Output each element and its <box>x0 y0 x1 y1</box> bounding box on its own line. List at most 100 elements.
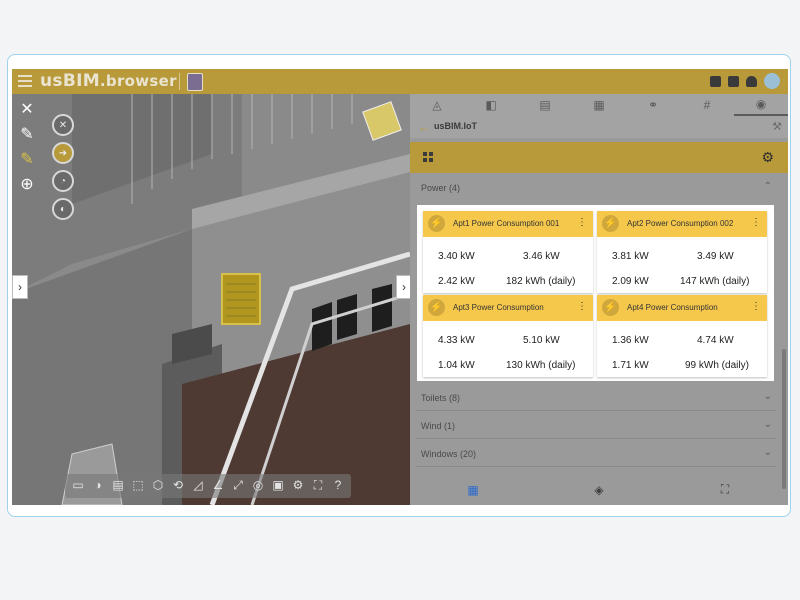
group-power[interactable]: Power (4) ⌃ <box>416 178 776 200</box>
tab-documents-icon[interactable]: ▤ <box>518 94 572 116</box>
reading-value: 130 kWh (daily) <box>506 360 576 371</box>
expand-panel-button[interactable]: › <box>396 275 410 299</box>
bolt-icon: ⚡ <box>428 299 445 316</box>
more-vert-icon[interactable]: ⋮ <box>577 217 587 228</box>
power-card-apt3[interactable]: ⚡ Apt3 Power Consumption ⋮ 4.33 kW 5.10 … <box>423 295 593 377</box>
tab-data-icon[interactable]: ▦ <box>572 94 626 116</box>
power-card-apt2[interactable]: ⚡ Apt2 Power Consumption 002 ⋮ 3.81 kW 3… <box>597 211 767 293</box>
layers-view-icon[interactable]: ◈ <box>536 474 662 505</box>
reading-value: 4.74 kW <box>697 335 734 346</box>
card-title: Apt3 Power Consumption <box>453 303 544 312</box>
dashboard-toolbar: ⚙ <box>410 142 788 173</box>
card-header: ⚡ Apt1 Power Consumption 001 ⋮ <box>423 211 593 237</box>
bolt-icon: ⚡ <box>602 299 619 316</box>
chevron-down-icon[interactable]: ⌄ <box>764 419 772 430</box>
reading-value: 3.46 kW <box>523 251 560 262</box>
fullscreen-view-icon[interactable]: ⛶ <box>662 474 788 505</box>
ruler-icon[interactable]: ◿ <box>189 475 207 495</box>
power-card-apt1[interactable]: ⚡ Apt1 Power Consumption 001 ⋮ 3.40 kW 3… <box>423 211 593 293</box>
tab-hashtag-icon[interactable]: # <box>680 94 734 116</box>
bell-icon[interactable]: ◔ <box>52 170 74 192</box>
panel-tabs: ◬ ◧ ▤ ▦ ⚭ # ◉ <box>410 94 788 116</box>
tab-iot-icon[interactable]: ◉ <box>734 94 788 116</box>
group-label: Windows (20) <box>421 449 477 459</box>
orbit-icon[interactable]: ⟲ <box>169 475 187 495</box>
3d-viewport[interactable]: ✕ ✎ ✎ ⊕ ✕ ➜ ◔ ◐ › › ▭ ◑ ▤ ⬚ ⬡ ⟲ ◿ ∠ ⤢ ◎ … <box>12 94 410 505</box>
reading-value: 1.04 kW <box>438 360 475 371</box>
bell-icon[interactable] <box>746 75 757 87</box>
chevron-down-icon[interactable]: ⌄ <box>764 391 772 402</box>
card-header: ⚡ Apt4 Power Consumption ⋮ <box>597 295 767 321</box>
globe-icon[interactable]: ◎ <box>249 475 267 495</box>
bolt-icon: ⚡ <box>428 215 445 232</box>
cube-icon[interactable]: ⬡ <box>149 475 167 495</box>
group-label: Power (4) <box>421 183 461 193</box>
chevron-up-icon[interactable]: ⌃ <box>764 181 772 192</box>
camera-icon[interactable]: ▣ <box>269 475 287 495</box>
close-icon[interactable]: ✕ <box>16 98 38 120</box>
power-card-apt4[interactable]: ⚡ Apt4 Power Consumption ⋮ 1.36 kW 4.74 … <box>597 295 767 377</box>
reading-value: 147 kWh (daily) <box>680 276 750 287</box>
marker-icon[interactable]: ✎ <box>16 148 38 170</box>
reading-value: 182 kWh (daily) <box>506 276 576 287</box>
gear-icon[interactable]: ⚙ <box>761 149 774 166</box>
group-windows[interactable]: Windows (20) ⌄ <box>416 444 776 467</box>
select-icon[interactable]: ⬚ <box>129 475 147 495</box>
collapse-left-button[interactable]: › <box>12 275 28 299</box>
dashboard-view-icon[interactable]: ▦ <box>410 474 536 505</box>
card-title: Apt1 Power Consumption 001 <box>453 219 560 228</box>
project-badge-icon[interactable] <box>187 73 203 91</box>
zoom-icon[interactable]: ⊕ <box>16 173 38 195</box>
view-tools: ✕ ➜ ◔ ◐ <box>52 114 74 226</box>
scrollbar[interactable] <box>782 349 786 489</box>
tab-links-icon[interactable]: ⚭ <box>626 94 680 116</box>
tab-objects-icon[interactable]: ◧ <box>464 94 518 116</box>
contrast-icon[interactable]: ◐ <box>52 198 74 220</box>
section-icon[interactable]: ◑ <box>89 475 107 495</box>
reading-value: 3.49 kW <box>697 251 734 262</box>
explode-icon[interactable]: ⤢ <box>229 475 247 495</box>
group-toilets[interactable]: Toilets (8) ⌄ <box>416 388 776 411</box>
pencil-icon[interactable]: ✎ <box>16 123 38 145</box>
help-icon[interactable]: ? <box>329 475 347 495</box>
apps-icon[interactable] <box>728 75 739 87</box>
angle-icon[interactable]: ∠ <box>209 475 227 495</box>
measure-icon[interactable]: ▭ <box>69 475 87 495</box>
more-vert-icon[interactable]: ⋮ <box>751 301 761 312</box>
database-icon[interactable] <box>710 75 721 87</box>
gear-icon[interactable]: ⚙ <box>289 475 307 495</box>
card-title: Apt4 Power Consumption <box>627 303 718 312</box>
walk-icon[interactable]: ➜ <box>52 142 74 164</box>
chevron-down-icon[interactable]: ⌄ <box>764 447 772 458</box>
more-vert-icon[interactable]: ⋮ <box>751 217 761 228</box>
more-vert-icon[interactable]: ⋮ <box>577 301 587 312</box>
group-wind[interactable]: Wind (1) ⌄ <box>416 416 776 439</box>
iot-header: ← usBIM.IoT ⚒ <box>410 116 788 138</box>
tab-model-icon[interactable]: ◬ <box>410 94 464 116</box>
card-header: ⚡ Apt3 Power Consumption ⋮ <box>423 295 593 321</box>
logo-divider <box>179 73 180 90</box>
bottom-toolbar: ▭ ◑ ▤ ⬚ ⬡ ⟲ ◿ ∠ ⤢ ◎ ▣ ⚙ ⛶ ? <box>65 474 351 498</box>
reading-value: 2.09 kW <box>612 276 649 287</box>
card-title: Apt2 Power Consumption 002 <box>627 219 734 228</box>
left-toolbar: ✕ ✎ ✎ ⊕ <box>16 98 40 198</box>
reading-value: 1.36 kW <box>612 335 649 346</box>
power-widgets: ⚡ Apt1 Power Consumption 001 ⋮ 3.40 kW 3… <box>417 205 774 381</box>
fullscreen-icon[interactable]: ⛶ <box>309 475 327 495</box>
layers-icon[interactable]: ▤ <box>109 475 127 495</box>
avatar[interactable] <box>764 73 780 89</box>
logo-suffix: .browser <box>99 72 177 90</box>
reading-value: 1.71 kW <box>612 360 649 371</box>
app-logo: usBIM.browser <box>40 71 177 91</box>
reading-value: 4.33 kW <box>438 335 475 346</box>
group-label: Wind (1) <box>421 421 456 431</box>
back-arrow-icon[interactable]: ← <box>418 120 430 134</box>
menu-icon[interactable] <box>18 75 32 87</box>
dashboard-icon[interactable] <box>423 152 433 162</box>
panel-dock: ▦ ◈ ⛶ <box>410 474 788 505</box>
page-title: usBIM.IoT <box>434 121 477 131</box>
reading-value: 3.81 kW <box>612 251 649 262</box>
cancel-icon[interactable]: ✕ <box>52 114 74 136</box>
settings-off-icon[interactable]: ⚒ <box>772 120 782 133</box>
card-header: ⚡ Apt2 Power Consumption 002 ⋮ <box>597 211 767 237</box>
